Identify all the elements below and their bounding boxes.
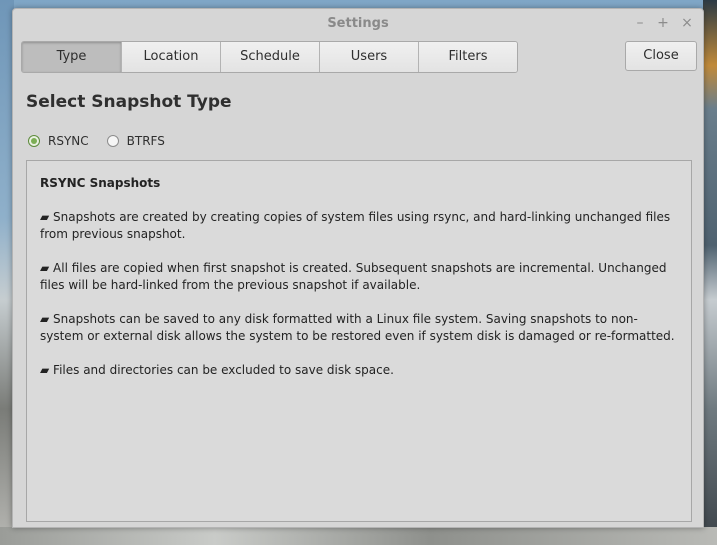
radio-btrfs[interactable]: BTRFS	[106, 134, 165, 148]
tab-schedule[interactable]: Schedule	[220, 42, 319, 72]
close-button[interactable]: Close	[625, 41, 697, 71]
desktop-background-bottom	[0, 527, 717, 545]
minimize-icon[interactable]: –	[633, 15, 647, 31]
radio-rsync-indicator[interactable]	[28, 135, 40, 147]
radio-rsync[interactable]: RSYNC	[28, 134, 89, 148]
description-paragraph: ▰ Snapshots can be saved to any disk for…	[40, 312, 675, 343]
titlebar: Settings – + ×	[13, 9, 703, 39]
tab-location[interactable]: Location	[121, 42, 220, 72]
settings-window: Settings – + × Type Location Schedule Us…	[12, 8, 704, 528]
desktop-background-right	[703, 0, 717, 545]
close-icon[interactable]: ×	[680, 15, 694, 31]
description-paragraph: ▰ All files are copied when first snapsh…	[40, 261, 667, 292]
description-panel: RSYNC Snapshots ▰ Snapshots are created …	[26, 160, 692, 522]
radio-btrfs-indicator[interactable]	[106, 135, 119, 147]
tab-filters[interactable]: Filters	[418, 42, 517, 72]
snapshot-type-radio-group: RSYNC BTRFS	[28, 134, 183, 148]
description-title: RSYNC Snapshots	[40, 176, 161, 190]
window-title: Settings	[327, 16, 389, 31]
description-paragraph: ▰ Files and directories can be excluded …	[40, 363, 394, 377]
radio-btrfs-label: BTRFS	[126, 134, 165, 148]
radio-rsync-label: RSYNC	[48, 134, 89, 148]
tab-users[interactable]: Users	[319, 42, 418, 72]
tab-type[interactable]: Type	[22, 42, 121, 72]
page-title: Select Snapshot Type	[26, 92, 232, 112]
maximize-icon[interactable]: +	[656, 15, 670, 31]
tab-bar: Type Location Schedule Users Filters	[21, 41, 518, 73]
description-paragraph: ▰ Snapshots are created by creating copi…	[40, 210, 671, 241]
